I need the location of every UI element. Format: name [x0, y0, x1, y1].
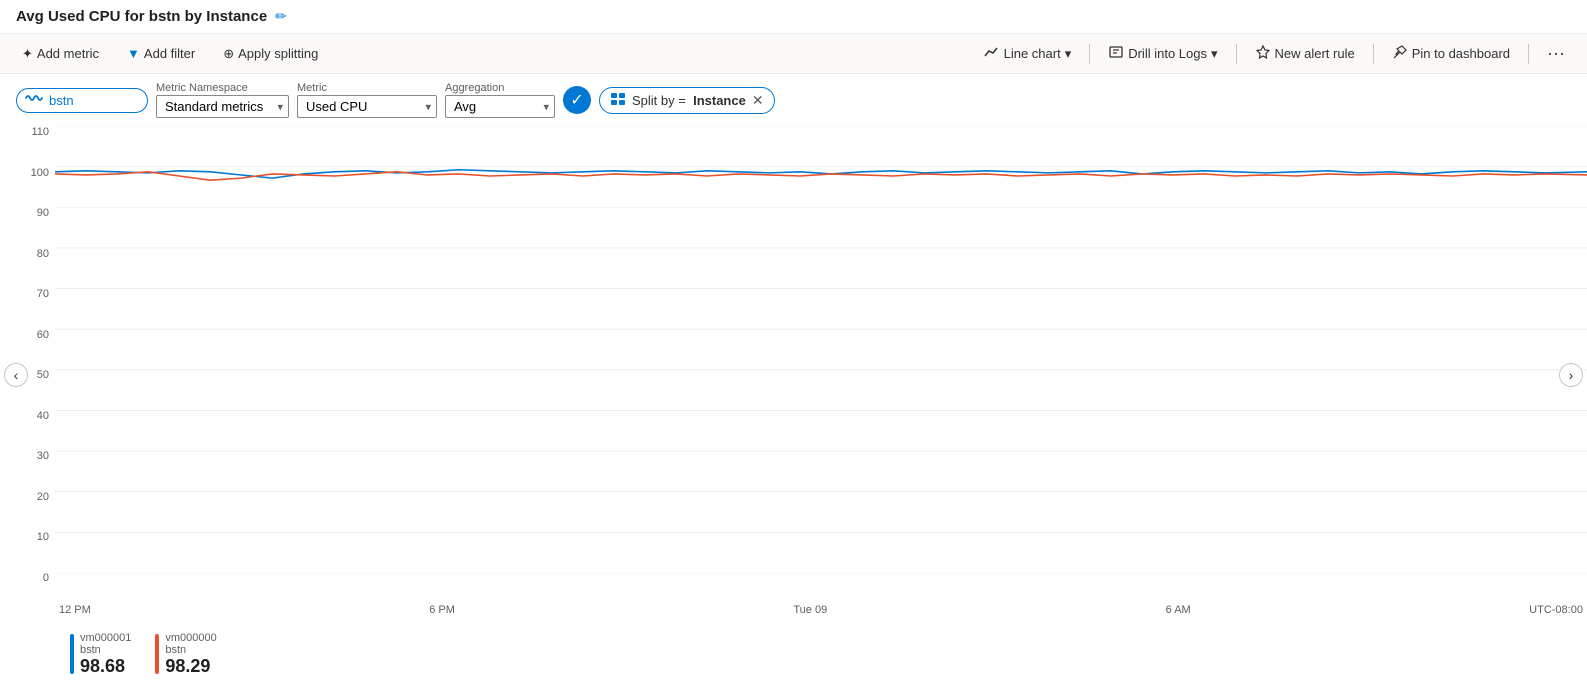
x-label-6am: 6 AM — [1166, 604, 1191, 616]
metric-namespace-select-wrapper[interactable]: Standard metrics — [156, 95, 289, 118]
y-label-30: 30 — [37, 450, 49, 462]
metric-select-wrapper[interactable]: Used CPU — [297, 95, 437, 118]
legend-color-bar-1 — [155, 634, 159, 674]
metric-namespace-select[interactable]: Standard metrics — [156, 95, 289, 118]
main-content: ‹ › 110 100 90 80 70 60 50 40 30 20 10 0 — [0, 126, 1587, 689]
add-metric-label: Add metric — [37, 46, 99, 61]
metric-namespace-field: Metric Namespace Standard metrics — [156, 82, 289, 118]
legend-series-0: vm000001 — [80, 632, 131, 644]
toolbar-right: Line chart ▾ Drill into Logs ▾ New ale — [978, 40, 1571, 67]
toolbar: ✦ Add metric ▼ Add filter ⊕ Apply splitt… — [0, 34, 1587, 74]
apply-splitting-label: Apply splitting — [238, 46, 318, 61]
split-label: Split by = — [632, 93, 686, 108]
aggregation-select[interactable]: Avg — [445, 95, 555, 118]
legend-value-0: 98.68 — [80, 656, 131, 677]
apply-button[interactable]: ✓ — [563, 86, 591, 114]
x-label-6pm: 6 PM — [429, 604, 455, 616]
apply-splitting-icon: ⊕ — [223, 46, 234, 62]
x-label-tz: UTC-08:00 — [1529, 604, 1583, 616]
y-label-60: 60 — [37, 329, 49, 341]
separator2 — [1236, 44, 1237, 64]
scope-wavy-icon — [25, 91, 43, 110]
legend-scope-1: bstn — [165, 644, 216, 656]
split-close-button[interactable]: ✕ — [752, 92, 764, 109]
legend-info-0: vm000001 bstn 98.68 — [80, 632, 131, 677]
add-filter-label: Add filter — [144, 46, 195, 61]
y-label-70: 70 — [37, 288, 49, 300]
y-label-110: 110 — [31, 126, 49, 138]
drill-into-logs-label: Drill into Logs — [1128, 46, 1207, 61]
query-bar: Metric Namespace Standard metrics Metric… — [0, 74, 1587, 126]
x-axis: 12 PM 6 PM Tue 09 6 AM UTC-08:00 — [55, 604, 1587, 616]
y-label-50: 50 — [37, 369, 49, 381]
scope-input[interactable] — [49, 93, 139, 108]
split-icon — [610, 91, 626, 110]
y-label-20: 20 — [37, 491, 49, 503]
legend-scope-0: bstn — [80, 644, 131, 656]
drill-chevron: ▾ — [1211, 46, 1218, 62]
line-chart-label: Line chart — [1004, 46, 1061, 61]
apply-splitting-button[interactable]: ⊕ Apply splitting — [217, 42, 324, 66]
chart-svg-container — [55, 126, 1587, 574]
pin-to-dashboard-label: Pin to dashboard — [1412, 46, 1510, 61]
legend-area: vm000001 bstn 98.68 vm000000 bstn 98.29 — [0, 624, 1587, 689]
line-chart-button[interactable]: Line chart ▾ — [978, 40, 1078, 67]
y-axis: 110 100 90 80 70 60 50 40 30 20 10 0 — [0, 126, 55, 584]
add-filter-button[interactable]: ▼ Add filter — [121, 42, 201, 65]
chart-wrapper: ‹ › 110 100 90 80 70 60 50 40 30 20 10 0 — [0, 126, 1587, 624]
add-filter-icon: ▼ — [127, 46, 140, 61]
y-label-90: 90 — [37, 207, 49, 219]
drill-into-logs-button[interactable]: Drill into Logs ▾ — [1102, 40, 1223, 67]
legend-info-1: vm000000 bstn 98.29 — [165, 632, 216, 677]
separator1 — [1089, 44, 1090, 64]
add-metric-button[interactable]: ✦ Add metric — [16, 42, 105, 66]
chart-svg — [55, 126, 1587, 574]
split-badge-text: Split by = Instance — [632, 93, 746, 108]
metric-namespace-label: Metric Namespace — [156, 82, 289, 94]
line-chart-icon — [984, 44, 1000, 63]
split-value: Instance — [693, 93, 746, 108]
x-label-tue09: Tue 09 — [793, 604, 827, 616]
more-options-button[interactable]: ··· — [1541, 41, 1571, 66]
y-label-40: 40 — [37, 410, 49, 422]
chart-nav-right[interactable]: › — [1559, 363, 1583, 387]
metric-select[interactable]: Used CPU — [297, 95, 437, 118]
legend-item-0: vm000001 bstn 98.68 — [70, 632, 131, 677]
metric-label: Metric — [297, 82, 437, 94]
add-metric-icon: ✦ — [22, 46, 33, 62]
legend-color-bar-0 — [70, 634, 74, 674]
separator4 — [1528, 44, 1529, 64]
y-label-80: 80 — [37, 248, 49, 260]
edit-icon[interactable]: ✏ — [275, 8, 287, 25]
alert-icon — [1255, 44, 1271, 63]
pin-to-dashboard-button[interactable]: Pin to dashboard — [1386, 40, 1516, 67]
aggregation-label: Aggregation — [445, 82, 555, 94]
pin-icon — [1392, 44, 1408, 63]
scope-pill[interactable] — [16, 88, 148, 113]
legend-series-1: vm000000 — [165, 632, 216, 644]
new-alert-rule-label: New alert rule — [1275, 46, 1355, 61]
y-label-100: 100 — [31, 167, 49, 179]
legend-item-1: vm000000 bstn 98.29 — [155, 632, 216, 677]
y-label-10: 10 — [37, 531, 49, 543]
new-alert-rule-button[interactable]: New alert rule — [1249, 40, 1361, 67]
split-badge[interactable]: Split by = Instance ✕ — [599, 87, 775, 114]
chart-nav-left[interactable]: ‹ — [4, 363, 28, 387]
x-label-12pm: 12 PM — [59, 604, 91, 616]
y-label-0: 0 — [43, 572, 49, 584]
aggregation-select-wrapper[interactable]: Avg — [445, 95, 555, 118]
drill-logs-icon — [1108, 44, 1124, 63]
aggregation-field: Aggregation Avg — [445, 82, 555, 118]
metric-field: Metric Used CPU — [297, 82, 437, 118]
title-bar: Avg Used CPU for bstn by Instance ✏ — [0, 0, 1587, 34]
line-chart-chevron: ▾ — [1065, 46, 1072, 62]
page-title: Avg Used CPU for bstn by Instance — [16, 8, 267, 25]
legend-value-1: 98.29 — [165, 656, 216, 677]
separator3 — [1373, 44, 1374, 64]
